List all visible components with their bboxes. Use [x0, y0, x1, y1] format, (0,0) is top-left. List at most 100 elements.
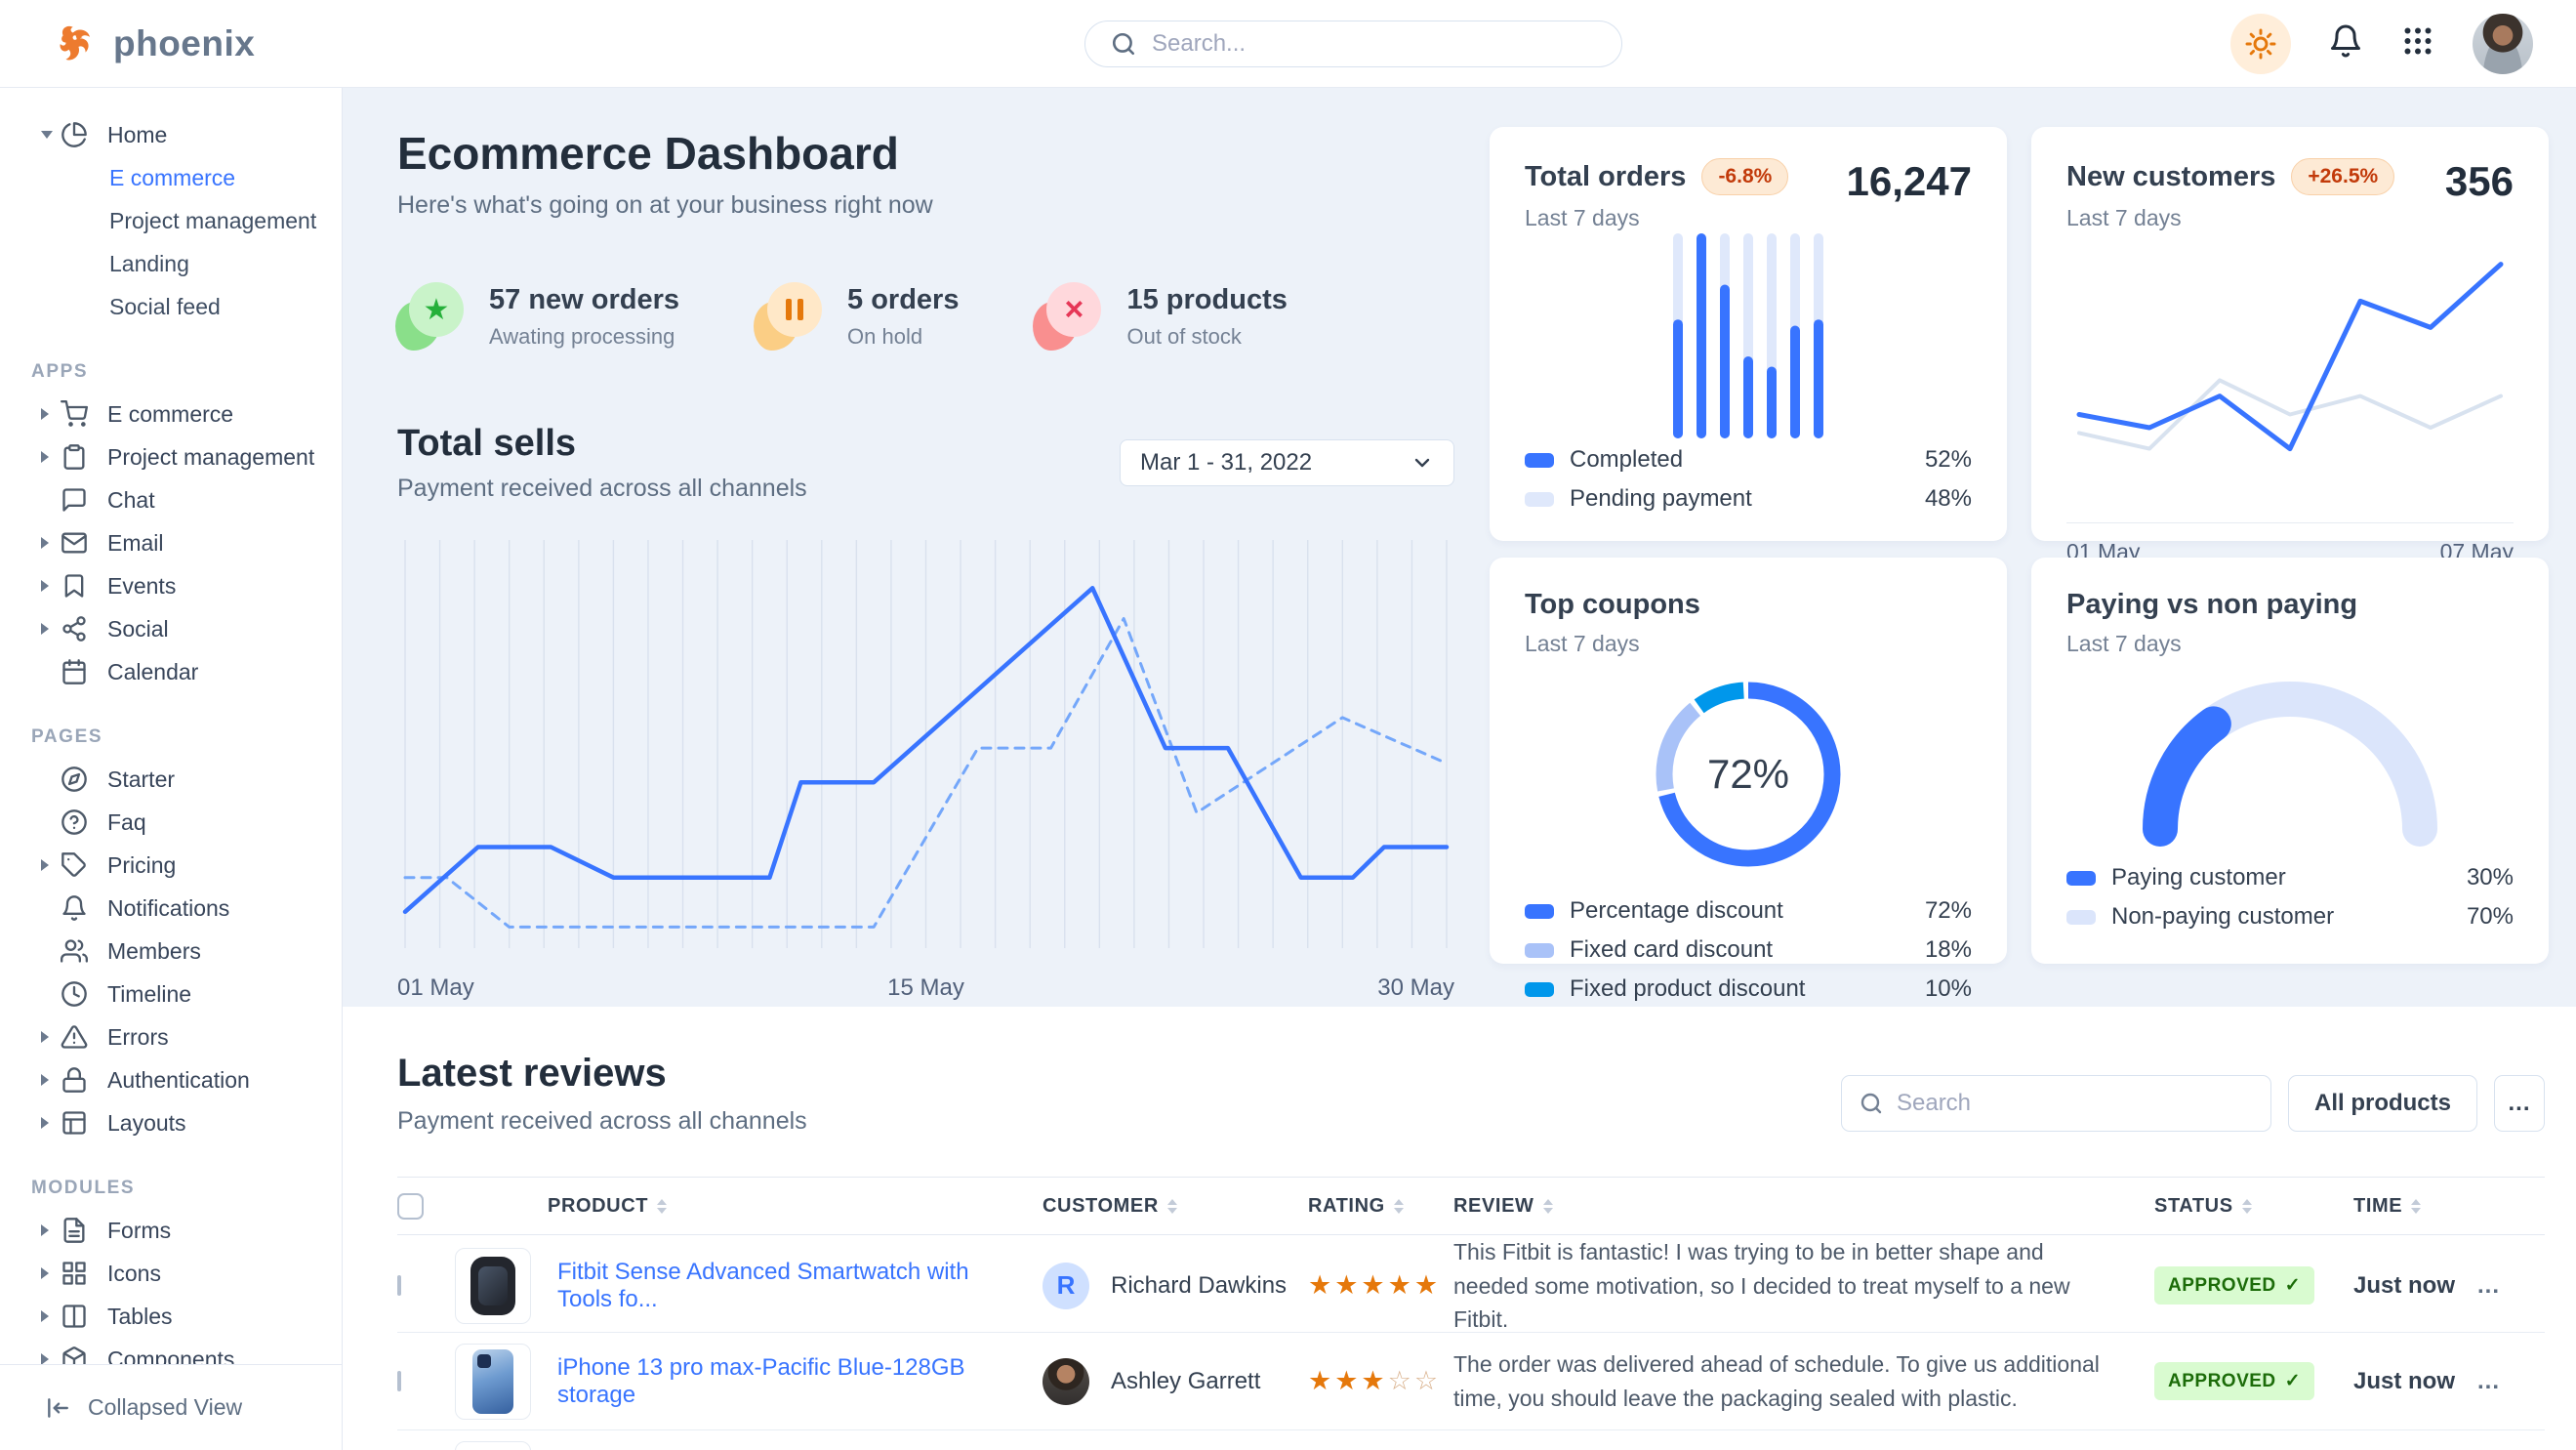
x-icon: × [1065, 291, 1084, 329]
sort-icon[interactable] [657, 1199, 667, 1214]
caret-right-icon [41, 1031, 61, 1043]
page-title: Ecommerce Dashboard [397, 127, 1454, 180]
sort-icon[interactable] [1543, 1199, 1553, 1214]
sidebar-item-label: Errors [107, 1024, 169, 1051]
sidebar-item-label: Home [107, 122, 167, 148]
sidebar-item-home[interactable]: Home [41, 113, 342, 156]
global-search[interactable] [1084, 21, 1622, 67]
reviews-table-header: PRODUCTCUSTOMERRATINGREVIEWSTATUSTIME [397, 1177, 2545, 1235]
row-checkbox[interactable] [397, 1371, 401, 1391]
sidebar-item-chat[interactable]: Chat [41, 478, 342, 521]
date-range-select[interactable]: Mar 1 - 31, 2022 [1120, 439, 1454, 486]
bookmark-icon [61, 572, 88, 600]
legend-value: 30% [2467, 864, 2514, 891]
avatar [1043, 1358, 1089, 1405]
sidebar-item-icons[interactable]: Icons [41, 1252, 342, 1295]
sidebar-item-forms[interactable]: Forms [41, 1209, 342, 1252]
column-header-time[interactable]: TIME [2353, 1195, 2477, 1218]
row-menu-button[interactable]: ... [2477, 1368, 2545, 1395]
column-header-status[interactable]: STATUS [2154, 1195, 2353, 1218]
sidebar-item-project-management[interactable]: Project management [41, 199, 342, 242]
row-menu-button[interactable]: ... [2477, 1272, 2545, 1300]
select-all-checkbox[interactable] [397, 1193, 424, 1220]
latest-reviews-subtitle: Payment received across all channels [397, 1107, 807, 1136]
stat-value: 5 orders [847, 284, 959, 316]
sidebar-item-faq[interactable]: Faq [41, 801, 342, 844]
sidebar-item-social-feed[interactable]: Social feed [41, 285, 342, 328]
new-customers-change-badge: +26.5% [2291, 158, 2394, 195]
paying-period: Last 7 days [2066, 631, 2357, 657]
product-thumbnail[interactable] [455, 1248, 531, 1324]
legend-item-non-paying-customer: Non-paying customer70% [2066, 897, 2514, 936]
product-thumbnail[interactable] [455, 1344, 531, 1420]
customer-name[interactable]: Richard Dawkins [1111, 1272, 1287, 1300]
sidebar-item-social[interactable]: Social [41, 607, 342, 650]
reviews-search[interactable] [1841, 1075, 2271, 1132]
clock-icon [61, 980, 88, 1008]
sidebar-item-e-commerce[interactable]: E commerce [41, 393, 342, 435]
global-search-input[interactable] [1152, 30, 1596, 58]
sidebar-item-starter[interactable]: Starter [41, 758, 342, 801]
tag-icon [61, 851, 88, 879]
sidebar-item-timeline[interactable]: Timeline [41, 973, 342, 1015]
legend-item-fixed-card-discount: Fixed card discount18% [1525, 931, 1972, 970]
sort-icon[interactable] [1167, 1199, 1177, 1214]
sort-icon[interactable] [2242, 1199, 2252, 1214]
sidebar-item-tables[interactable]: Tables [41, 1295, 342, 1338]
sidebar-item-label: Timeline [107, 981, 191, 1008]
sidebar-item-authentication[interactable]: Authentication [41, 1058, 342, 1101]
row-checkbox[interactable] [397, 1275, 401, 1296]
new-customers-value: 356 [2445, 158, 2514, 205]
sun-icon [2245, 28, 2276, 60]
sidebar-item-label: Faq [107, 809, 146, 836]
sort-icon[interactable] [1394, 1199, 1404, 1214]
ellipsis-icon: ... [2508, 1090, 2530, 1117]
product-link[interactable]: Fitbit Sense Advanced Smartwatch with To… [557, 1259, 1016, 1313]
column-header-product[interactable]: PRODUCT [455, 1195, 1043, 1218]
brand-logo[interactable]: phoenix [55, 21, 255, 66]
caret-right-icon [41, 1310, 61, 1322]
theme-toggle-button[interactable] [2230, 14, 2291, 74]
column-header-rating[interactable]: RATING [1308, 1195, 1453, 1218]
product-thumbnail[interactable] [455, 1441, 531, 1450]
sidebar-item-notifications[interactable]: Notifications [41, 887, 342, 930]
reviews-more-button[interactable]: ... [2494, 1075, 2545, 1132]
sidebar-item-email[interactable]: Email [41, 521, 342, 564]
sidebar-item-layouts[interactable]: Layouts [41, 1101, 342, 1144]
sidebar-item-components[interactable]: Components [41, 1338, 342, 1364]
sidebar-item-members[interactable]: Members [41, 930, 342, 973]
collapse-sidebar-button[interactable]: Collapsed View [0, 1364, 342, 1450]
sidebar-item-pricing[interactable]: Pricing [41, 844, 342, 887]
column-header-review[interactable]: REVIEW [1453, 1195, 2154, 1218]
product-link[interactable]: iPhone 13 pro max-Pacific Blue-128GB sto… [557, 1354, 1016, 1409]
sort-icon[interactable] [2411, 1199, 2421, 1214]
caret-right-icon [41, 1267, 61, 1279]
all-products-filter-button[interactable]: All products [2288, 1075, 2477, 1132]
stat-sub-label: Out of stock [1126, 324, 1287, 350]
date-range-value: Mar 1 - 31, 2022 [1140, 449, 1312, 476]
sidebar-item-label: Icons [107, 1261, 161, 1287]
table-row-partial [397, 1430, 2545, 1450]
avatar: R [1043, 1263, 1089, 1309]
caret-right-icon [41, 623, 61, 635]
caret-right-icon [41, 408, 61, 420]
search-icon [1860, 1092, 1883, 1115]
sidebar-item-e-commerce[interactable]: E commerce [41, 156, 342, 199]
apps-grid-button[interactable] [2400, 23, 2435, 63]
share-icon [61, 615, 88, 642]
sidebar-item-calendar[interactable]: Calendar [41, 650, 342, 693]
topbar: phoenix [0, 0, 2576, 88]
caret-right-icon [41, 1224, 61, 1236]
column-header-customer[interactable]: CUSTOMER [1043, 1195, 1308, 1218]
legend-value: 72% [1925, 897, 1972, 925]
customer-name[interactable]: Ashley Garrett [1111, 1368, 1260, 1395]
sidebar-item-events[interactable]: Events [41, 564, 342, 607]
sidebar-item-project-management[interactable]: Project management [41, 435, 342, 478]
sidebar-item-landing[interactable]: Landing [41, 242, 342, 285]
stat-on-hold: 5 ordersOn hold [756, 282, 959, 351]
user-avatar[interactable] [2473, 14, 2533, 74]
sidebar-item-errors[interactable]: Errors [41, 1015, 342, 1058]
reviews-search-input[interactable] [1897, 1090, 2253, 1117]
total-sells-x-axis: 01 May 15 May 30 May [397, 974, 1454, 1002]
notifications-button[interactable] [2328, 23, 2363, 63]
